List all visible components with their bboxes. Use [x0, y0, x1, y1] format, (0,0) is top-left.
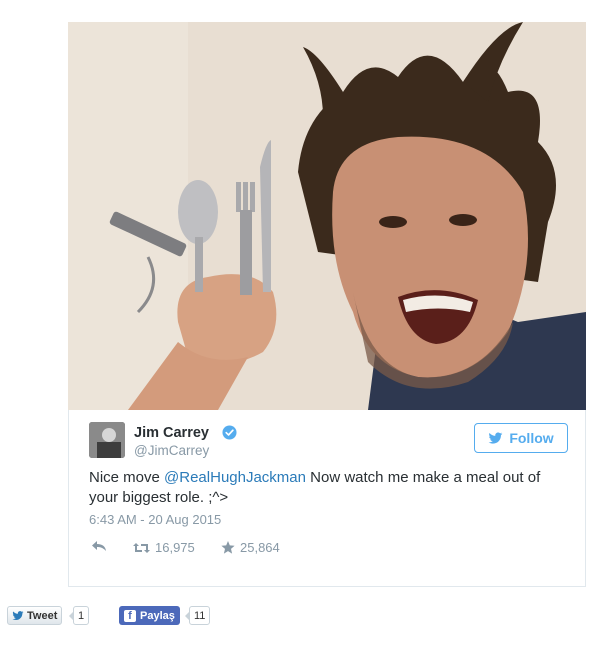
twitter-bird-icon — [12, 610, 24, 620]
tweet-text-prefix: Nice move — [89, 469, 165, 486]
tweet-photo[interactable] — [68, 22, 586, 410]
tweet-text: Nice move @RealHughJackman Now watch me … — [89, 468, 569, 508]
embedded-tweet: Jim Carrey @JimCarrey Follow Nice move @… — [68, 22, 586, 587]
reply-button[interactable] — [91, 540, 107, 552]
star-icon — [221, 541, 235, 554]
follow-label: Follow — [509, 430, 554, 446]
verified-badge-icon — [222, 425, 237, 440]
favorite-button[interactable]: 25,864 — [221, 540, 280, 555]
facebook-share-count: 11 — [184, 606, 211, 625]
twitter-bird-icon — [488, 431, 503, 444]
author-handle[interactable]: @JimCarrey — [134, 443, 209, 458]
author-display-name[interactable]: Jim Carrey — [134, 425, 209, 441]
avatar[interactable] — [89, 422, 125, 458]
favorite-count: 25,864 — [240, 540, 280, 555]
tweet-share-count: 1 — [68, 606, 90, 625]
tweet-share-label: Tweet — [27, 609, 58, 622]
mention-link[interactable]: @RealHughJackman — [164, 469, 306, 486]
facebook-icon: f — [124, 609, 136, 622]
tweet-share-button[interactable]: Tweet — [7, 606, 63, 625]
facebook-share-button[interactable]: f Paylaş — [119, 606, 180, 625]
facebook-share-label: Paylaş — [140, 609, 175, 622]
retweet-icon — [133, 542, 150, 553]
retweet-count: 16,975 — [155, 540, 195, 555]
tweet-body: Jim Carrey @JimCarrey Follow Nice move @… — [68, 410, 586, 587]
follow-button[interactable]: Follow — [474, 423, 568, 453]
photo-illustration — [68, 22, 586, 410]
tweet-timestamp[interactable]: 6:43 AM - 20 Aug 2015 — [89, 512, 221, 527]
retweet-button[interactable]: 16,975 — [133, 540, 195, 555]
reply-icon — [92, 541, 106, 551]
